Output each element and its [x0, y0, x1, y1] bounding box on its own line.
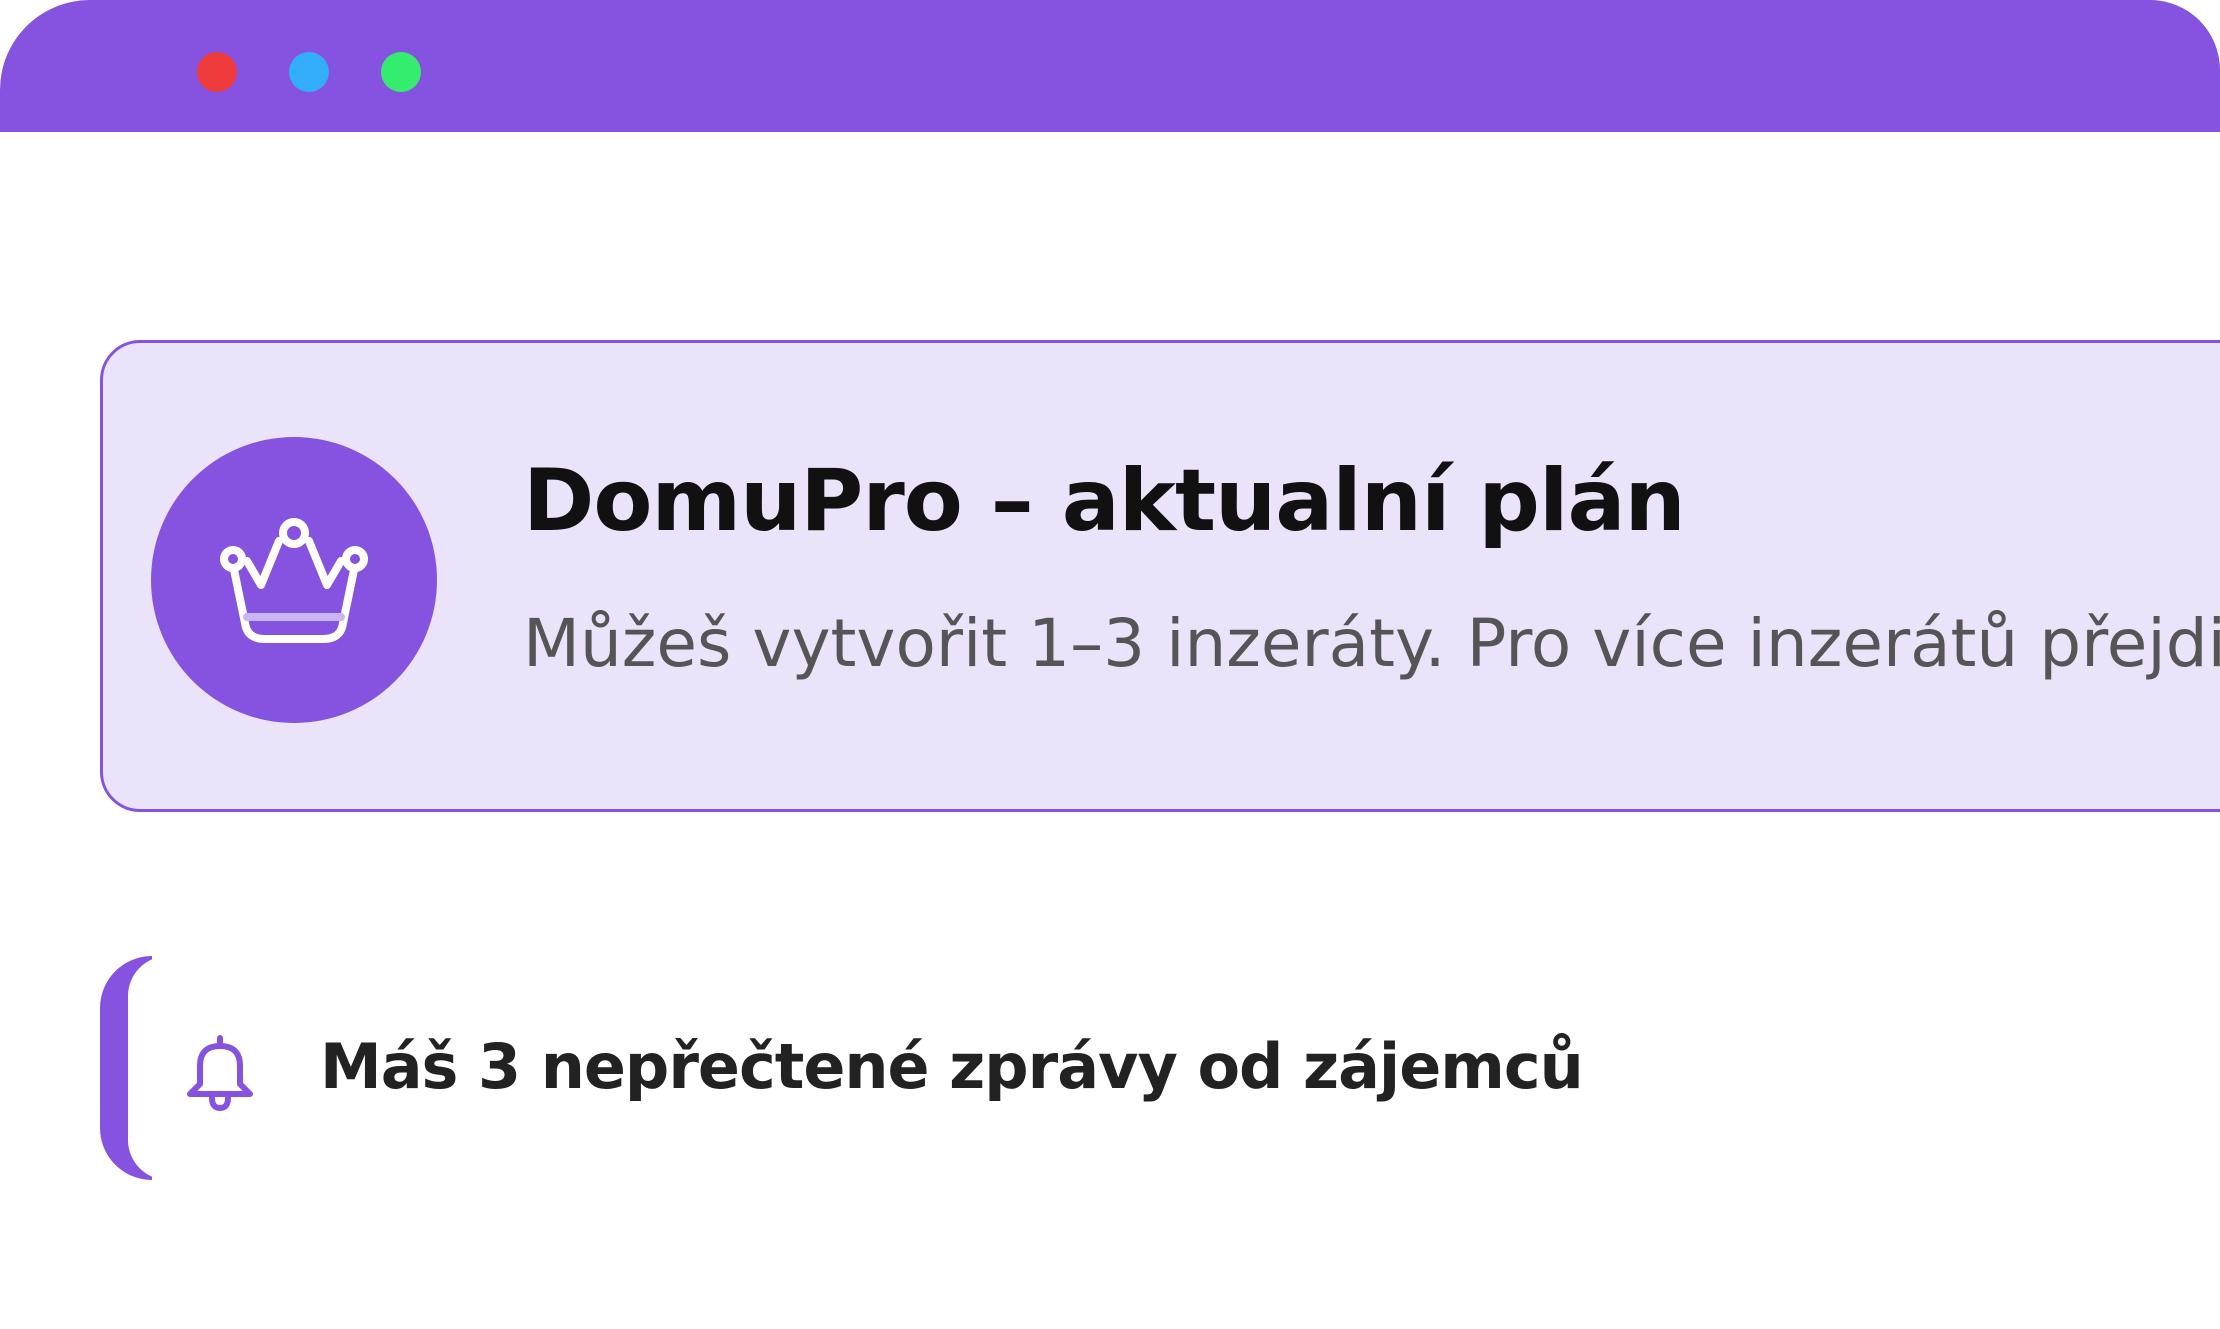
- bell-icon: [187, 1035, 253, 1111]
- crown-icon: [220, 518, 368, 643]
- plan-icon-badge: [151, 437, 437, 723]
- plan-title: DomuPro – aktualní plán: [523, 451, 1686, 551]
- window-titlebar: [0, 0, 2220, 132]
- window-close-button[interactable]: [197, 52, 237, 92]
- plan-description: Můžeš vytvořit 1–3 inzeráty. Pro více in…: [523, 605, 2220, 682]
- current-plan-card[interactable]: DomuPro – aktualní plán Můžeš vytvořit 1…: [100, 340, 2220, 812]
- window-maximize-button[interactable]: [381, 52, 421, 92]
- notification-text: Máš 3 nepřečtené zprávy od zájemců: [320, 1030, 1584, 1103]
- window-minimize-button[interactable]: [289, 52, 329, 92]
- unread-messages-notification[interactable]: Máš 3 nepřečtené zprávy od zájemců: [100, 956, 2220, 1180]
